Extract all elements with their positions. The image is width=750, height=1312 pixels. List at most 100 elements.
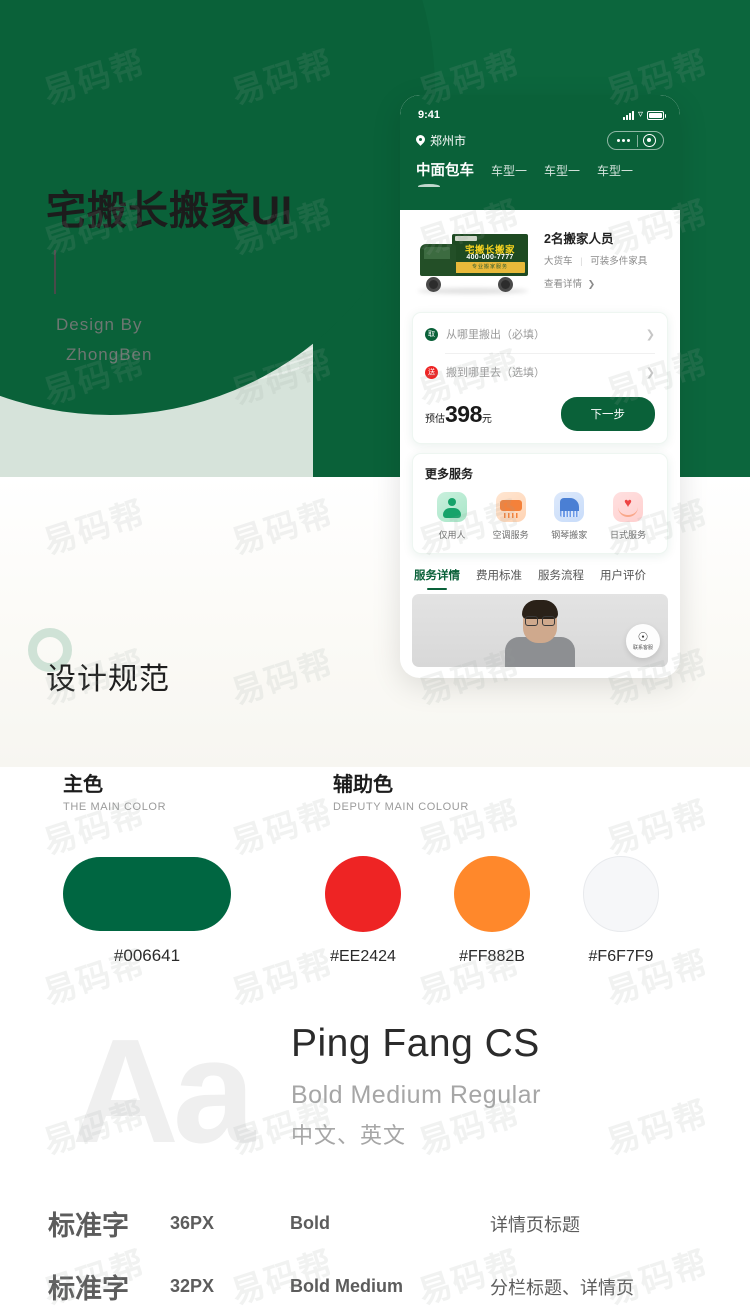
main-color-group: 主色 THE MAIN COLOR <box>63 768 166 813</box>
status-icons: ▿ <box>622 109 666 120</box>
mini-program-capsule[interactable] <box>607 131 664 150</box>
car-tab-0[interactable]: 中面包车 <box>416 159 474 180</box>
font-spec-row: 标准字 36PX Bold 详情页标题 <box>0 1204 750 1243</box>
detail-tab-3[interactable]: 用户评价 <box>600 567 646 590</box>
truck-window <box>424 247 450 259</box>
target-icon[interactable] <box>643 134 656 147</box>
font-languages: 中文、英文 <box>291 1123 407 1148</box>
font-row-standard-0: 标准字 <box>48 1211 129 1241</box>
service-item-2[interactable]: 钢琴搬家 <box>542 492 596 541</box>
deputy-color-hex-2: #F6F7F9 <box>588 948 654 965</box>
wifi-icon: ▿ <box>637 109 643 120</box>
dropoff-address-input[interactable]: 搬到哪里去（选填） <box>446 364 646 380</box>
truck-info-sub-right: 可装多件家具 <box>590 256 648 267</box>
deputy-color-group: 辅助色 DEPUTY MAIN COLOUR <box>333 768 469 813</box>
pickup-address-input[interactable]: 从哪里搬出（必填） <box>446 326 646 342</box>
deputy-color-label: 辅助色 <box>333 774 393 796</box>
price-amount: 398 <box>445 400 482 427</box>
estimated-price: 预估398元 <box>425 401 492 428</box>
truck-info-sub-left: 大货车 <box>544 256 573 267</box>
truck-info-sub-divider: | <box>580 256 583 267</box>
truck-info-title: 2名搬家人员 <box>544 232 614 246</box>
detail-tabs[interactable]: 服务详情 费用标准 服务流程 用户评价 <box>400 554 680 590</box>
dropoff-address-row[interactable]: 送 搬到哪里去（选填） ❯ <box>413 353 667 391</box>
truck-cab <box>420 244 456 276</box>
status-bar: 9:41 ▿ <box>400 95 680 127</box>
designer-credit: Design By ZhongBen <box>56 310 152 370</box>
dropoff-badge-icon: 送 <box>425 365 438 379</box>
car-tab-3[interactable]: 车型一 <box>597 162 633 179</box>
detail-tab-1[interactable]: 费用标准 <box>476 567 522 590</box>
contact-service-label: 联系客服 <box>632 645 653 651</box>
truck-image: 宅搬长搬家 400-000-7777 专业搬家服务 <box>412 220 534 298</box>
view-detail-label: 查看详情 <box>544 279 583 290</box>
price-unit: 元 <box>481 413 492 425</box>
car-tab-2[interactable]: 车型一 <box>544 162 580 179</box>
view-detail-link[interactable]: 查看详情 ❯ <box>544 276 666 290</box>
location-row[interactable]: 郑州市 <box>400 127 680 150</box>
location-pin-icon <box>416 135 425 147</box>
location-selector[interactable]: 郑州市 <box>416 132 466 149</box>
next-step-button[interactable]: 下一步 <box>560 397 655 431</box>
contact-service-button[interactable]: ☉ 联系客服 <box>626 624 660 658</box>
truck-box-top-label <box>455 236 477 241</box>
deputy-color-swatch-1 <box>454 856 530 932</box>
price-row: 预估398元 下一步 <box>413 391 667 433</box>
font-row-usage-0: 详情页标题 <box>490 1214 580 1235</box>
watermark-text: 易码帮 <box>601 1093 713 1162</box>
pickup-badge-icon: 取 <box>425 327 438 341</box>
deputy-color-sublabel: DEPUTY MAIN COLOUR <box>333 801 469 813</box>
designer-credit-line2: ZhongBen <box>66 345 153 364</box>
deputy-color-swatch-0 <box>325 856 401 932</box>
more-services-list: 仅用人 空调服务 钢琴搬家 日式服务 <box>425 492 655 541</box>
detail-tab-2[interactable]: 服务流程 <box>538 567 584 590</box>
car-tab-1[interactable]: 车型一 <box>491 162 527 179</box>
address-card: 取 从哪里搬出（必填） ❯ 送 搬到哪里去（选填） ❯ 预估398元 下一步 <box>412 312 668 444</box>
font-weights-list: Bold Medium Regular <box>291 1081 541 1109</box>
service-item-0[interactable]: 仅用人 <box>425 492 479 541</box>
chevron-right-icon: ❯ <box>587 279 596 289</box>
font-family-name: Ping Fang CS <box>291 1022 540 1065</box>
staff-photo: ☉ 联系客服 <box>412 594 668 667</box>
chevron-right-icon: ❯ <box>645 328 655 341</box>
staff-glasses <box>525 616 555 626</box>
truck-info-sub: 大货车 | 可装多件家具 <box>544 253 666 267</box>
font-spec-row: 标准字 32PX Bold Medium 分栏标题、详情页 <box>0 1267 750 1306</box>
main-color-label: 主色 <box>63 774 103 796</box>
app-header: 9:41 ▿ 郑州市 中面包车 车型一 车型一 车型一 <box>400 95 680 210</box>
location-city: 郑州市 <box>430 134 467 148</box>
font-row-size-0: 36PX <box>170 1213 215 1233</box>
more-services-card: 更多服务 仅用人 空调服务 钢琴搬家 ♥ 日式服务 <box>412 453 668 554</box>
battery-icon <box>647 110 666 120</box>
pickup-address-row[interactable]: 取 从哪里搬出（必填） ❯ <box>413 315 667 353</box>
truck-summary-row[interactable]: 宅搬长搬家 400-000-7777 专业搬家服务 2名搬家人员 大货车 | 可… <box>400 210 680 306</box>
font-row-weight-0: Bold <box>290 1213 330 1233</box>
aa-watermark: Aa <box>72 1009 255 1174</box>
app-body: 宅搬长搬家 400-000-7777 专业搬家服务 2名搬家人员 大货车 | 可… <box>400 210 680 673</box>
car-type-tabs[interactable]: 中面包车 车型一 车型一 车型一 <box>400 150 680 180</box>
poster-page: 宅搬长搬家UI Design By ZhongBen 9:41 ▿ 郑州市 中面… <box>0 0 750 1312</box>
truck-strip: 专业搬家服务 <box>455 262 525 273</box>
detail-tab-0[interactable]: 服务详情 <box>414 567 460 590</box>
service-label-3: 日式服务 <box>609 530 646 540</box>
truck-cargo-box: 宅搬长搬家 400-000-7777 专业搬家服务 <box>452 234 528 276</box>
truck-wheel-front <box>426 277 441 292</box>
font-row-size-1: 32PX <box>170 1276 215 1296</box>
air-conditioner-icon <box>495 492 526 522</box>
person-icon <box>437 492 467 522</box>
title-caret-rule <box>54 250 56 294</box>
price-label: 预估 <box>425 413 445 425</box>
headset-icon: ☉ <box>637 630 649 644</box>
service-item-1[interactable]: 空调服务 <box>484 492 538 541</box>
spec-section-title: 设计规范 <box>46 663 170 696</box>
service-label-0: 仅用人 <box>438 530 466 540</box>
phone-mockup: 9:41 ▿ 郑州市 中面包车 车型一 车型一 车型一 宅搬长搬家 400-00… <box>400 95 680 678</box>
truck-wheel-rear <box>498 277 513 292</box>
more-dots-icon[interactable] <box>610 139 637 142</box>
truck-phone-text: 400-000-7777 <box>466 254 514 261</box>
service-item-3[interactable]: 日式服务 <box>601 492 655 541</box>
capsule-divider <box>637 134 638 147</box>
service-label-1: 空调服务 <box>492 530 529 540</box>
main-color-hex: #006641 <box>113 946 181 965</box>
font-row-standard-1: 标准字 <box>48 1274 129 1304</box>
